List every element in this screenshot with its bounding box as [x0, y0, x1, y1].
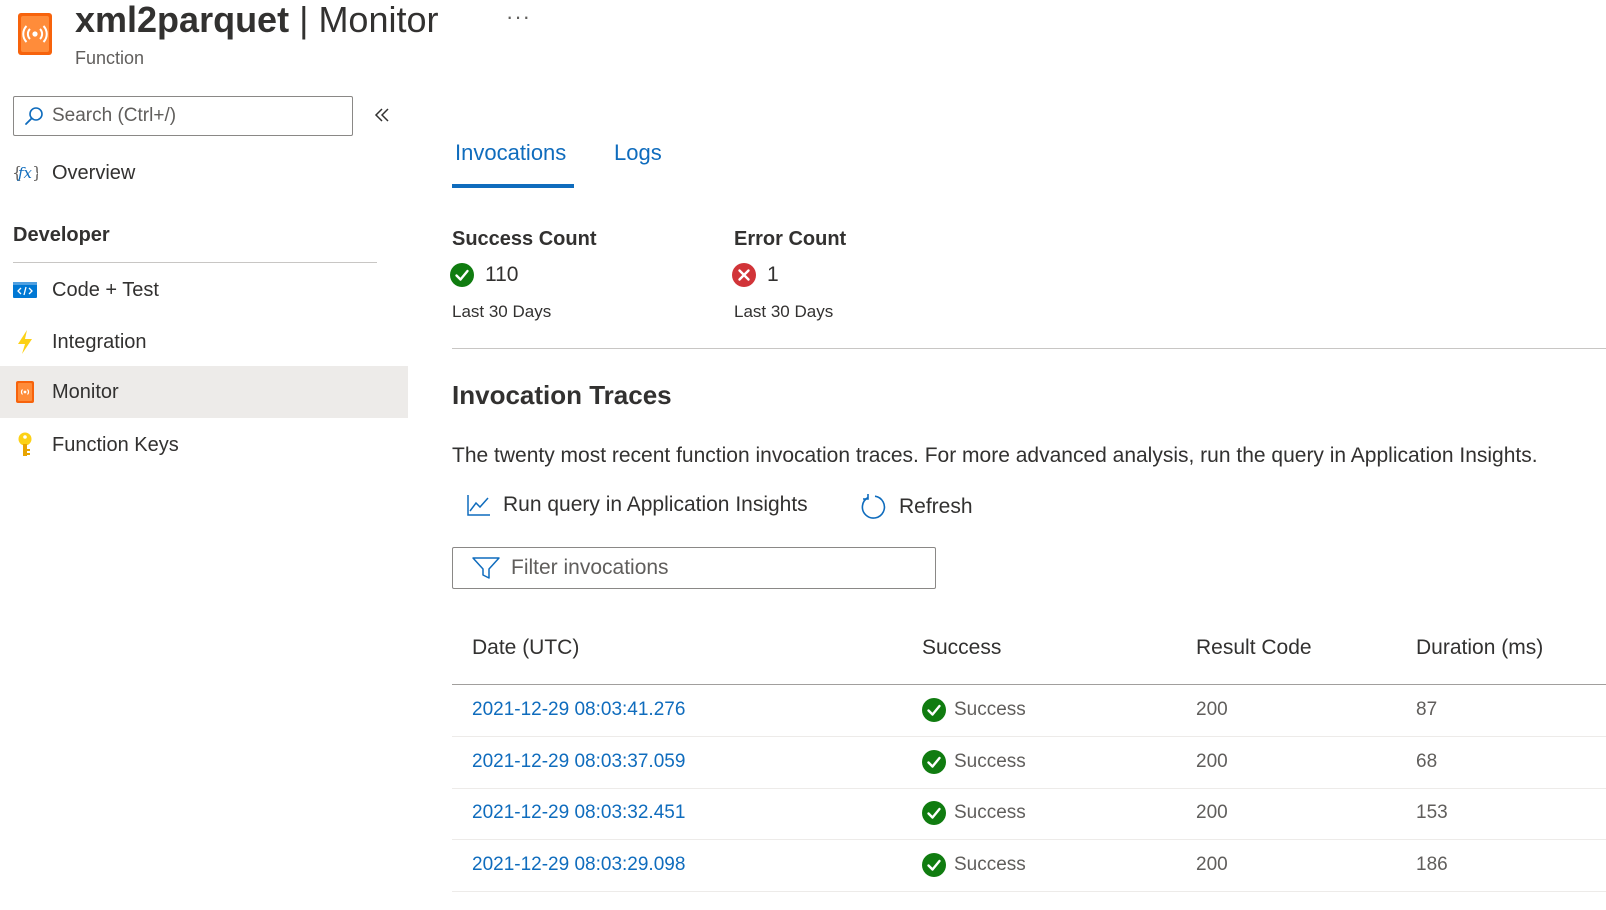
result-code: 200 — [1196, 854, 1228, 875]
tab-logs[interactable]: Logs — [614, 140, 662, 166]
invocation-status: Success — [922, 788, 1026, 838]
sidebar-search[interactable] — [13, 96, 353, 136]
invocation-date-link[interactable]: 2021-12-29 08:03:32.451 — [472, 788, 685, 838]
page-name: Monitor — [318, 0, 439, 40]
status-text: Success — [954, 854, 1026, 875]
result-code: 200 — [1196, 802, 1228, 823]
blade-header: xml2parquet | Monitor ··· Function — [0, 0, 1606, 80]
filter-funnel-icon — [472, 557, 500, 579]
sidebar-item-overview[interactable]: { fx } Overview — [0, 147, 408, 199]
error-x-icon — [732, 263, 756, 287]
refresh-icon — [861, 494, 886, 519]
success-check-icon — [922, 698, 946, 722]
chart-line-icon — [467, 495, 490, 516]
column-header-result-code[interactable]: Result Code — [1196, 636, 1312, 660]
error-count-label: Error Count — [734, 228, 847, 250]
success-count: 110 — [450, 263, 518, 287]
invocation-date-link[interactable]: 2021-12-29 08:03:29.098 — [472, 840, 685, 890]
status-text: Success — [954, 802, 1026, 823]
sidebar-item-code-test[interactable]: Code + Test — [0, 264, 408, 316]
success-count-value: 110 — [485, 263, 519, 286]
sidebar-item-label: Function Keys — [52, 433, 179, 456]
main-content: Invocations Logs Success Count 110 Last … — [450, 88, 1606, 910]
result-code: 200 — [1196, 699, 1228, 720]
success-check-icon — [922, 801, 946, 825]
status-text: Success — [954, 751, 1026, 772]
sidebar: { fx } Overview Developer Code + Test In… — [0, 88, 408, 910]
invocation-status: Success — [922, 840, 1026, 890]
sidebar-item-label: Integration — [52, 330, 147, 353]
column-header-date[interactable]: Date (UTC) — [472, 636, 579, 660]
column-header-duration[interactable]: Duration (ms) — [1416, 636, 1543, 660]
sidebar-item-function-keys[interactable]: Function Keys — [0, 419, 408, 471]
success-check-icon — [922, 750, 946, 774]
refresh-button[interactable]: Refresh — [859, 493, 973, 521]
duration: 87 — [1416, 699, 1438, 720]
tab-invocations[interactable]: Invocations — [455, 140, 566, 166]
success-check-icon — [922, 853, 946, 877]
table-row[interactable]: 2021-12-29 08:03:29.098 Success 200 186 — [452, 840, 1606, 892]
run-query-label: Run query in Application Insights — [503, 493, 808, 516]
table-row[interactable]: 2021-12-29 08:03:32.451 Success 200 153 — [452, 788, 1606, 840]
page-title: xml2parquet | Monitor — [75, 0, 438, 40]
filter-invocations-box[interactable] — [452, 547, 936, 589]
search-icon — [25, 107, 43, 125]
sidebar-item-label: Code + Test — [52, 278, 159, 301]
lightning-icon — [12, 329, 38, 355]
section-divider — [13, 262, 377, 263]
run-query-button[interactable]: Run query in Application Insights — [467, 493, 808, 517]
error-count-period: Last 30 Days — [734, 302, 834, 321]
sidebar-section-developer: Developer — [13, 224, 110, 246]
invocation-date-link[interactable]: 2021-12-29 08:03:41.276 — [472, 685, 685, 735]
success-count-label: Success Count — [452, 228, 597, 250]
filter-input[interactable] — [511, 556, 931, 580]
code-icon — [12, 277, 38, 303]
monitor-icon — [12, 379, 38, 405]
duration: 186 — [1416, 854, 1448, 875]
svg-text:fx: fx — [17, 164, 33, 182]
status-text: Success — [954, 699, 1026, 720]
table-row[interactable]: 2021-12-29 08:03:41.276 Success 200 87 — [452, 685, 1606, 737]
sidebar-item-monitor[interactable]: Monitor — [0, 366, 408, 418]
sidebar-item-label: Overview — [52, 161, 136, 184]
duration: 68 — [1416, 751, 1438, 772]
invocation-status: Success — [922, 685, 1026, 735]
success-check-icon — [450, 263, 474, 287]
double-chevron-left-icon[interactable] — [372, 103, 392, 127]
result-code: 200 — [1196, 751, 1228, 772]
invocation-traces-heading: Invocation Traces — [452, 380, 672, 410]
resource-type-label: Function — [75, 48, 145, 68]
error-count-value: 1 — [767, 263, 779, 286]
invocation-status: Success — [922, 737, 1026, 787]
svg-text:}: } — [32, 163, 38, 182]
success-count-period: Last 30 Days — [452, 302, 552, 321]
refresh-label: Refresh — [899, 495, 973, 518]
function-fx-icon: { fx } — [12, 160, 38, 186]
active-tab-indicator — [452, 184, 574, 188]
error-count: 1 — [732, 263, 779, 287]
invocation-traces-description: The twenty most recent function invocati… — [452, 444, 1538, 467]
sidebar-item-label: Monitor — [52, 380, 119, 403]
duration: 153 — [1416, 802, 1448, 823]
column-header-success[interactable]: Success — [922, 636, 1001, 660]
sidebar-item-integration[interactable]: Integration — [0, 316, 408, 368]
invocation-date-link[interactable]: 2021-12-29 08:03:37.059 — [472, 737, 685, 787]
title-separator: | — [299, 0, 309, 40]
section-divider — [452, 348, 1606, 349]
monitor-function-icon — [18, 13, 52, 55]
search-input[interactable] — [52, 105, 342, 127]
table-row[interactable]: 2021-12-29 08:03:37.059 Success 200 68 — [452, 737, 1606, 789]
key-icon — [12, 432, 38, 458]
more-options-button[interactable]: ··· — [506, 4, 531, 30]
app-name: xml2parquet — [75, 0, 290, 40]
